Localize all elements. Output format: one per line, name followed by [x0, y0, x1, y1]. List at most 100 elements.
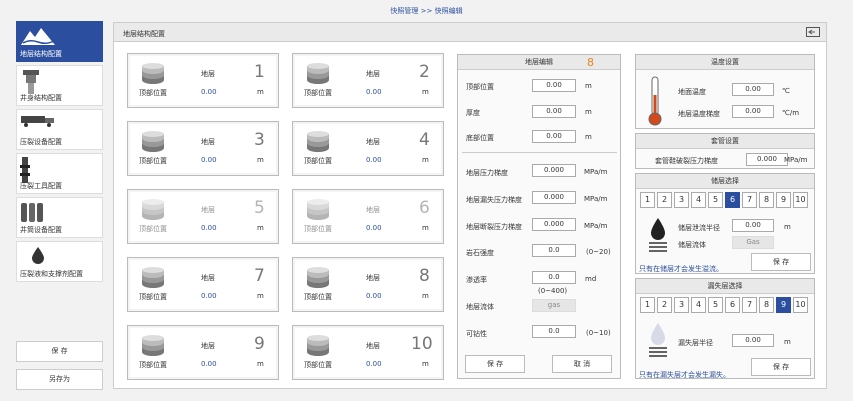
bottom-position-input[interactable]: 0.00 [532, 130, 576, 143]
layer-top-unit: m [257, 224, 264, 232]
leak-option-4[interactable]: 4 [691, 297, 706, 313]
fracture-gradient-input[interactable]: 0.000 [532, 218, 576, 231]
reservoir-fluid-label: 储层流体 [678, 241, 706, 249]
reservoir-radius-input[interactable]: 0.00 [732, 219, 774, 232]
tanks-icon [21, 203, 43, 222]
permeability-range: (0~400) [538, 287, 568, 295]
leak-save-button[interactable]: 保 存 [751, 358, 811, 376]
layer-top-label: 顶部位置 [304, 225, 332, 233]
layer-edit-header: 地层编辑 [458, 55, 620, 70]
reservoir-option-2[interactable]: 2 [657, 192, 672, 208]
sidebar-item-label: 压裂液和支撑剂配置 [20, 270, 83, 278]
reservoir-fluid-value: Gas [732, 236, 774, 249]
layer-card[interactable]: 地层 2 顶部位置 0.00 m [292, 53, 444, 108]
layer-top-value: 0.00 [366, 156, 382, 164]
layer-card[interactable]: 地层 5 顶部位置 0.00 m [127, 189, 279, 244]
top-position-unit: m [585, 82, 592, 90]
exit-icon[interactable] [806, 27, 820, 37]
layer-name: 地层 [366, 342, 380, 350]
formation-fluid-value: gas [532, 299, 576, 312]
reservoir-radius-unit: m [784, 223, 791, 231]
sidebar-item-layer-structure[interactable]: 地层结构配置 [16, 21, 103, 62]
sidebar-item-label: 井筒设备配置 [20, 226, 62, 234]
sidebar-item-fluid-proppant[interactable]: 压裂液和支撑剂配置 [16, 241, 103, 282]
layer-stack-icon [306, 267, 330, 291]
reservoir-option-10[interactable]: 10 [793, 192, 808, 208]
leak-option-8[interactable]: 8 [759, 297, 774, 313]
sidebar-item-wellbore-equipment[interactable]: 井筒设备配置 [16, 197, 103, 238]
leak-radius-input[interactable]: 0.00 [732, 334, 774, 347]
temperature-header: 温度设置 [636, 55, 814, 70]
layer-card[interactable]: 地层 6 顶部位置 0.00 m [292, 189, 444, 244]
reservoir-option-8[interactable]: 8 [759, 192, 774, 208]
sidebar-item-wellbore-structure[interactable]: 井身结构配置 [16, 65, 103, 106]
layer-card[interactable]: 地层 1 顶部位置 0.00 m [127, 53, 279, 108]
layer-top-unit: m [257, 360, 264, 368]
casing-panel: 套管设置 套管鞋破裂压力梯度 0.000 MPa/m [635, 133, 815, 169]
layer-card[interactable]: 地层 4 顶部位置 0.00 m [292, 121, 444, 176]
permeability-input[interactable]: 0.0 [532, 271, 576, 284]
drillability-input[interactable]: 0.0 [532, 325, 576, 338]
layer-top-label: 顶部位置 [139, 157, 167, 165]
leak-option-3[interactable]: 3 [674, 297, 689, 313]
leak-option-9[interactable]: 9 [776, 297, 791, 313]
rock-strength-input[interactable]: 0.0 [532, 244, 576, 257]
reservoir-header: 储层选择 [636, 174, 814, 189]
edit-save-button[interactable]: 保 存 [465, 355, 525, 373]
reservoir-option-6[interactable]: 6 [725, 192, 740, 208]
leak-option-6[interactable]: 6 [725, 297, 740, 313]
layer-stack-icon [306, 63, 330, 87]
thickness-input[interactable]: 0.00 [532, 105, 576, 118]
reservoir-radius-label: 储层泄流半径 [678, 224, 720, 232]
leak-option-7[interactable]: 7 [742, 297, 757, 313]
surface-temp-input[interactable]: 0.00 [732, 83, 774, 96]
reservoir-option-4[interactable]: 4 [691, 192, 706, 208]
reservoir-option-5[interactable]: 5 [708, 192, 723, 208]
layer-top-value: 0.00 [366, 292, 382, 300]
layer-top-value: 0.00 [366, 360, 382, 368]
sidebar-save-as-button[interactable]: 另存为 [16, 369, 103, 390]
leak-option-2[interactable]: 2 [657, 297, 672, 313]
drop-icon [32, 247, 44, 264]
layer-number: 4 [419, 130, 430, 150]
sidebar-item-frac-tools[interactable]: 压裂工具配置 [16, 153, 103, 194]
layer-card[interactable]: 地层 3 顶部位置 0.00 m [127, 121, 279, 176]
layer-name: 地层 [201, 138, 215, 146]
shoe-gradient-label: 套管鞋破裂压力梯度 [655, 157, 718, 165]
layer-card[interactable]: 地层 10 顶部位置 0.00 m [292, 325, 444, 380]
shoe-gradient-input[interactable]: 0.000 [746, 153, 788, 166]
top-position-label: 顶部位置 [466, 83, 494, 91]
rock-strength-range: (0~20) [586, 248, 611, 256]
sidebar-item-frac-equipment[interactable]: 压裂设备配置 [16, 109, 103, 150]
top-position-input[interactable]: 0.00 [532, 79, 576, 92]
leak-option-5[interactable]: 5 [708, 297, 723, 313]
leak-option-10[interactable]: 10 [793, 297, 808, 313]
layer-stack-icon [141, 267, 165, 291]
layer-top-value: 0.00 [366, 88, 382, 96]
layer-number: 10 [411, 334, 433, 354]
temp-gradient-input[interactable]: 0.00 [732, 105, 774, 118]
edit-cancel-button[interactable]: 取 消 [552, 355, 612, 373]
sidebar-item-label: 地层结构配置 [20, 50, 62, 58]
layer-edit-title: 地层编辑 [525, 58, 553, 66]
layer-edit-panel: 地层编辑 8 顶部位置 0.00 m 厚度 0.00 m 底部位置 0.00 m… [457, 54, 621, 379]
leak-layer-selector: 1 2 3 4 5 6 7 8 9 10 [640, 297, 810, 313]
page-title: 地层结构配置 [123, 30, 165, 38]
formation-fluid-label: 地层流体 [466, 303, 494, 311]
reservoir-save-button[interactable]: 保 存 [751, 253, 811, 271]
layer-card[interactable]: 地层 8 顶部位置 0.00 m [292, 257, 444, 312]
pressure-gradient-input[interactable]: 0.000 [532, 164, 576, 177]
reservoir-option-7[interactable]: 7 [742, 192, 757, 208]
layer-stack-icon [141, 63, 165, 87]
layer-card[interactable]: 地层 7 顶部位置 0.00 m [127, 257, 279, 312]
selected-layer-number: 8 [587, 56, 594, 69]
layer-card[interactable]: 地层 9 顶部位置 0.00 m [127, 325, 279, 380]
casing-title: 套管设置 [711, 137, 739, 145]
reservoir-option-9[interactable]: 9 [776, 192, 791, 208]
layer-top-label: 顶部位置 [304, 293, 332, 301]
reservoir-option-3[interactable]: 3 [674, 192, 689, 208]
leak-option-1[interactable]: 1 [640, 297, 655, 313]
sidebar-save-button[interactable]: 保 存 [16, 341, 103, 362]
loss-gradient-input[interactable]: 0.000 [532, 191, 576, 204]
reservoir-option-1[interactable]: 1 [640, 192, 655, 208]
